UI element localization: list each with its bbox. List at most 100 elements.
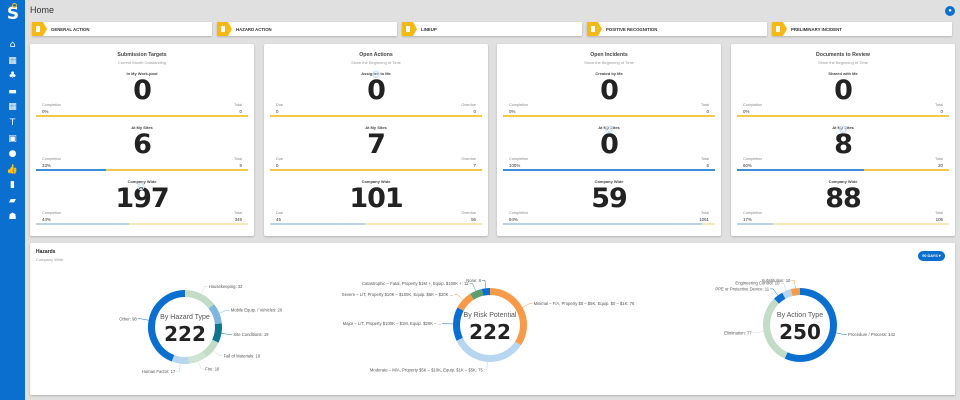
leader-line bbox=[483, 361, 488, 371]
card-open-incidents: Open Incidents Since the Beginning of Tim… bbox=[497, 44, 721, 236]
card-subtitle: Since the Beginning of Time bbox=[584, 60, 634, 65]
donut-slice[interactable] bbox=[202, 339, 219, 358]
stat-value: 0 bbox=[133, 75, 152, 106]
slice-label: Housekeeping: 32 bbox=[209, 284, 243, 289]
user-circle-icon: ● bbox=[948, 8, 952, 14]
right-label: Total bbox=[233, 103, 242, 107]
action-button-hazard-action[interactable]: HAZARD ACTION bbox=[217, 22, 397, 36]
chart-title: By Hazard Type bbox=[160, 314, 210, 321]
slice-label: Severe – L/T, Property $10K – $100K, Equ… bbox=[342, 292, 453, 297]
hazard-charts: Housekeeping: 32 Mobile Equip. / Vehicles… bbox=[119, 278, 896, 374]
right-label: Total bbox=[934, 157, 943, 161]
sitemap-icon[interactable]: ♣ bbox=[5, 70, 20, 82]
stat-value: 59 bbox=[591, 183, 628, 214]
stat-value: 101 bbox=[349, 183, 403, 214]
leader-line bbox=[176, 363, 181, 372]
right-value: 20 bbox=[938, 162, 943, 168]
left-label: Completion bbox=[743, 211, 763, 215]
action-button-lineup[interactable]: LINEUP bbox=[402, 22, 582, 36]
left-value: 44% bbox=[42, 216, 51, 222]
table-icon[interactable]: ▦ bbox=[5, 101, 20, 113]
left-value: 0% bbox=[42, 108, 49, 114]
progress-bar bbox=[270, 169, 482, 171]
donut-slice[interactable] bbox=[774, 292, 786, 304]
left-label: Due bbox=[276, 211, 283, 215]
donut-chart: Procedure / Process: 142 Elimination: 77 P… bbox=[715, 278, 896, 362]
left-value: 100% bbox=[509, 162, 521, 168]
slice-label: Minimal – F/A, Property $0 – $5K, Equip.… bbox=[534, 301, 635, 306]
left-label: Completion bbox=[42, 211, 62, 215]
users-icon[interactable]: ☗ bbox=[5, 211, 20, 223]
document-tag-icon bbox=[587, 22, 602, 36]
stat-section[interactable]: At My Sites 7 Due 0 Overdue 7 bbox=[270, 125, 482, 179]
calendar-icon[interactable]: ▦ bbox=[5, 55, 20, 67]
donut-slice[interactable] bbox=[171, 354, 190, 364]
right-label: Total bbox=[934, 103, 943, 107]
action-button-label: POSITIVE RECOGNITION bbox=[606, 26, 658, 32]
card-subtitle: Since the Beginning of Time bbox=[351, 60, 401, 65]
right-value: 6 bbox=[706, 162, 709, 168]
toolbox-icon[interactable]: ▰ bbox=[5, 195, 20, 207]
stat-value: 6 bbox=[133, 129, 152, 160]
file-icon[interactable]: ▮ bbox=[5, 179, 20, 191]
user-avatar-button[interactable]: ● bbox=[945, 6, 955, 16]
right-label: Total bbox=[700, 211, 709, 215]
thumbs-up-icon[interactable]: 👍 bbox=[5, 164, 20, 176]
donut-slice[interactable] bbox=[188, 351, 207, 364]
slice-label: PPE or Protective Device: 11 bbox=[715, 286, 769, 291]
left-label: Completion bbox=[743, 103, 763, 107]
donut-slice[interactable] bbox=[184, 290, 215, 309]
folder-open-icon[interactable]: ▬ bbox=[5, 86, 20, 98]
slice-label: Major – L/T, Property $100K – $1M, Equip… bbox=[343, 321, 441, 326]
chart-title: By Action Type bbox=[777, 312, 823, 319]
leader-line bbox=[221, 333, 233, 335]
progress-bar bbox=[36, 223, 248, 225]
left-label: Completion bbox=[42, 103, 62, 107]
donut-slice[interactable] bbox=[453, 307, 464, 341]
card-title: Open Incidents bbox=[590, 52, 628, 58]
progress-bar bbox=[737, 169, 949, 171]
donut-slice[interactable] bbox=[470, 288, 484, 300]
action-button-preliminary-incident[interactable]: PRELIMINARY INCIDENT bbox=[772, 22, 952, 36]
document-tag-icon bbox=[32, 22, 47, 36]
right-value: 0 bbox=[473, 108, 476, 114]
donut-slice[interactable] bbox=[782, 289, 793, 299]
stat-section[interactable]: In My Work-pool 0 Completion 0% Total 0 bbox=[36, 71, 248, 125]
donut-slice[interactable] bbox=[212, 323, 222, 343]
action-button-general-action[interactable]: GENERAL ACTION bbox=[32, 22, 212, 36]
stat-section[interactable]: Company Wide 101 Due 45 Overdue 56 bbox=[270, 179, 482, 233]
left-value: 0% bbox=[509, 108, 516, 114]
medal-icon: ✪ bbox=[136, 182, 146, 193]
file-icon bbox=[591, 26, 595, 32]
stat-section[interactable]: Company Wide 88 Completion 17% Total 106 bbox=[737, 179, 949, 233]
right-label: Overdue bbox=[461, 103, 476, 107]
left-value: 0 bbox=[276, 108, 279, 114]
chart-total: 222 bbox=[164, 322, 206, 346]
left-value: 45 bbox=[276, 216, 281, 222]
stat-section[interactable]: Company Wide 59 Completion 94% Total 1061 bbox=[503, 179, 715, 233]
leader-line bbox=[213, 350, 223, 357]
left-label: Completion bbox=[509, 157, 529, 161]
action-button-positive-recognition[interactable]: POSITIVE RECOGNITION bbox=[587, 22, 767, 36]
id-card-icon[interactable]: ▣ bbox=[5, 133, 20, 145]
right-value: 0 bbox=[239, 108, 242, 114]
tools-icon[interactable]: T bbox=[5, 117, 20, 129]
card-documents-to-review: Documents to Review Since the Beginning o… bbox=[731, 44, 955, 236]
stat-section[interactable]: At My Sites 6 Completion 33% Total 9 bbox=[36, 125, 248, 179]
stat-section[interactable]: Shared with Me 0 Completion 0% Total 0 bbox=[737, 71, 949, 125]
app-logo[interactable]: S bbox=[4, 3, 22, 24]
home-icon[interactable]: ⌂ bbox=[5, 39, 20, 51]
donut-slice[interactable] bbox=[457, 293, 475, 311]
slice-label: Catastrophic – Fatal, Property $1M +, Eq… bbox=[362, 281, 469, 286]
lightbulb-icon[interactable]: ● bbox=[5, 148, 20, 160]
slice-label: Elimination: 77 bbox=[724, 330, 752, 335]
right-label: Overdue bbox=[461, 157, 476, 161]
donut-slice[interactable] bbox=[481, 288, 491, 296]
stat-section[interactable]: Created by Me 0 Completion 0% Total 0 bbox=[503, 71, 715, 125]
donut-slice[interactable] bbox=[208, 304, 222, 325]
donut-slice[interactable] bbox=[790, 288, 801, 296]
card-title: Documents to Review bbox=[816, 52, 870, 58]
slice-label: Procedure / Process: 142 bbox=[848, 332, 896, 337]
slice-label: Fire: 18 bbox=[205, 366, 220, 371]
stat-value: 7 bbox=[367, 129, 386, 160]
